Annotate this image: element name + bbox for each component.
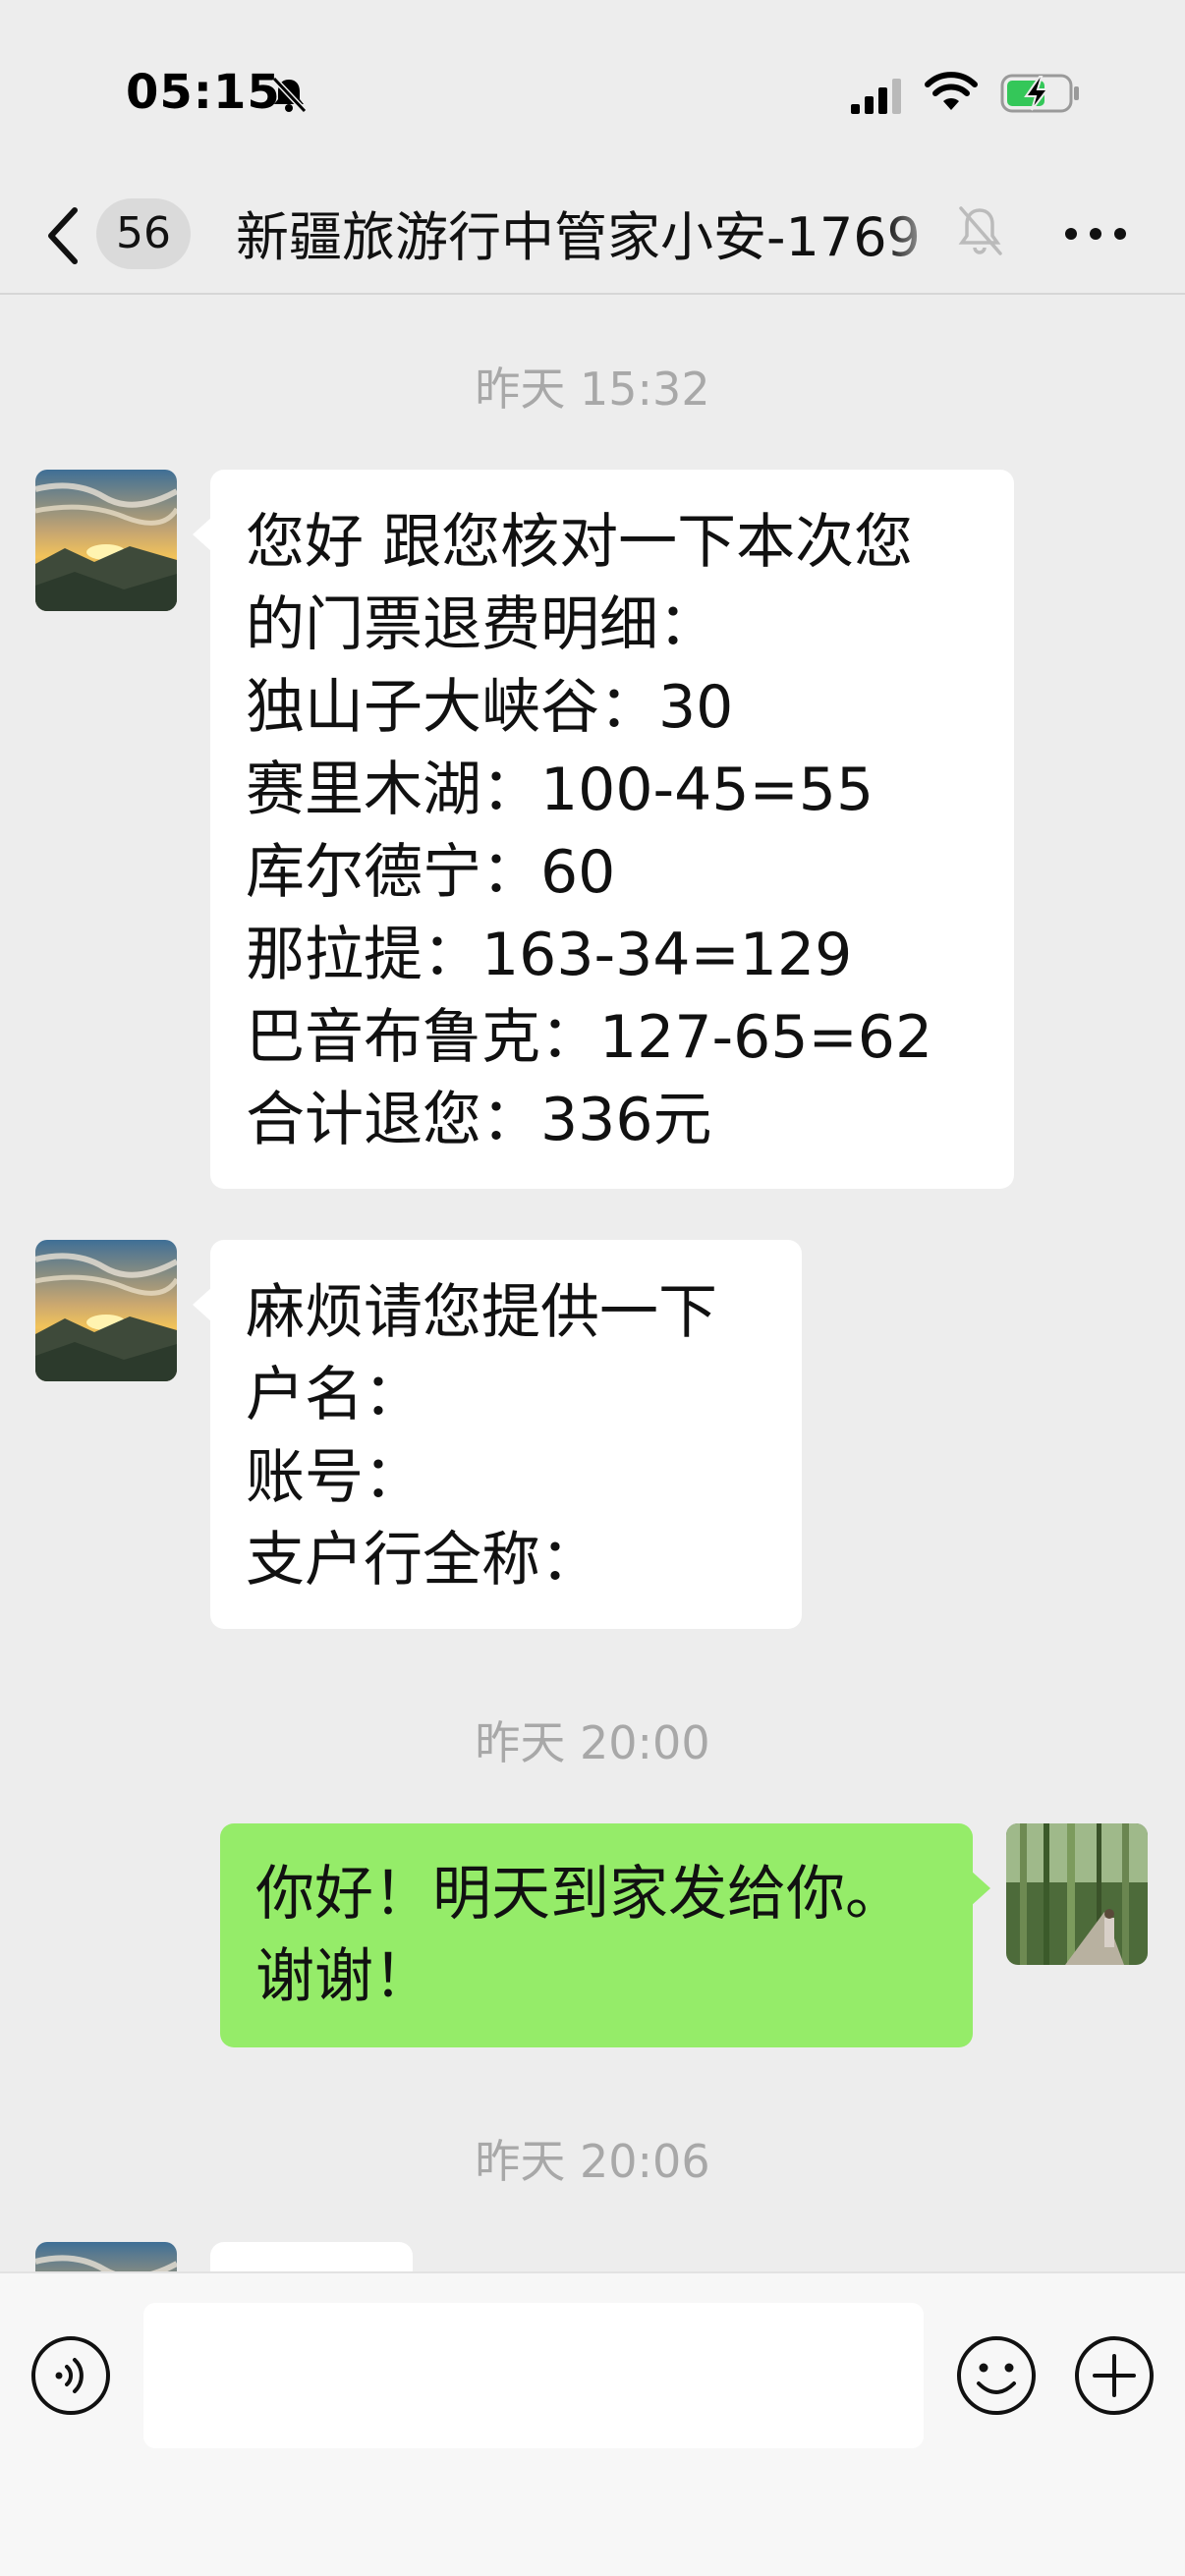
sunset-landscape-image bbox=[35, 1240, 177, 1381]
status-time: 05:15 bbox=[126, 65, 281, 120]
message-text-line: 支户行全称： bbox=[246, 1526, 599, 1595]
chevron-left-icon[interactable] bbox=[43, 204, 83, 267]
message-bubble-received[interactable]: 麻烦请您提供一下 户名： 账号： 支户行全称： bbox=[193, 1240, 802, 1629]
message-text-line: 麻烦请您提供一下 bbox=[246, 1278, 717, 1347]
message-text-line: 账号： bbox=[246, 1443, 423, 1512]
bell-slash-icon bbox=[958, 206, 1002, 255]
message-timestamp: 昨天 20:00 bbox=[475, 1716, 710, 1769]
bamboo-path-image bbox=[1006, 1823, 1148, 1965]
message-text-line: 独山子大峡谷：30 bbox=[246, 673, 734, 742]
message-bubble-sent[interactable]: 你好！明天到家发给你。 谢谢！ bbox=[220, 1823, 990, 2047]
message-text-line: 合计退您：336元 bbox=[246, 1086, 712, 1154]
bell-off-icon bbox=[271, 76, 308, 114]
message-text-line: 你好！明天到家发给你。 bbox=[255, 1860, 904, 1929]
plus-icon[interactable] bbox=[1073, 2334, 1156, 2417]
nav-divider bbox=[0, 293, 1185, 295]
battery-charging-icon bbox=[1000, 74, 1079, 113]
message-text-line: 的门票退费明细： bbox=[246, 590, 717, 659]
contact-avatar[interactable] bbox=[35, 1240, 177, 1381]
message-text-line: 您好 跟您核对一下本次您 bbox=[246, 508, 914, 577]
unread-count-badge[interactable]: 56 bbox=[96, 198, 191, 269]
message-bubble-received[interactable]: 您好 跟您核对一下本次您 的门票退费明细： 独山子大峡谷：30 赛里木湖：100… bbox=[193, 470, 1014, 1189]
input-bar bbox=[0, 2271, 1185, 2576]
wifi-icon bbox=[925, 72, 978, 110]
contact-avatar[interactable] bbox=[35, 470, 177, 611]
ellipsis-icon[interactable] bbox=[1061, 224, 1130, 244]
status-bar: 05:15 bbox=[0, 0, 1185, 177]
sunset-landscape-image bbox=[35, 470, 177, 611]
message-timestamp: 昨天 20:06 bbox=[475, 2135, 710, 2188]
chat-screen: 05:15 56 新疆旅游行中管家小安-1769 昨天 15:32 您好 跟您核… bbox=[0, 0, 1185, 2576]
smiley-icon[interactable] bbox=[955, 2334, 1038, 2417]
chat-title[interactable]: 新疆旅游行中管家小安-1769 bbox=[236, 198, 963, 277]
message-input[interactable] bbox=[143, 2303, 924, 2448]
message-text-line: 库尔德宁：60 bbox=[246, 838, 616, 907]
voice-icon[interactable] bbox=[29, 2334, 112, 2417]
my-avatar[interactable] bbox=[1006, 1823, 1148, 1965]
nav-bar: 56 新疆旅游行中管家小安-1769 bbox=[0, 177, 1185, 295]
cellular-signal-icon bbox=[851, 79, 901, 114]
message-text-line: 那拉提：163-34=129 bbox=[246, 921, 853, 989]
message-text-line: 巴音布鲁克：127-65=62 bbox=[246, 1003, 933, 1072]
message-text-line: 赛里木湖：100-45=55 bbox=[246, 756, 875, 824]
message-text-line: 谢谢！ bbox=[255, 1942, 432, 2011]
message-text-line: 户名： bbox=[246, 1361, 423, 1429]
message-timestamp: 昨天 15:32 bbox=[475, 363, 710, 416]
